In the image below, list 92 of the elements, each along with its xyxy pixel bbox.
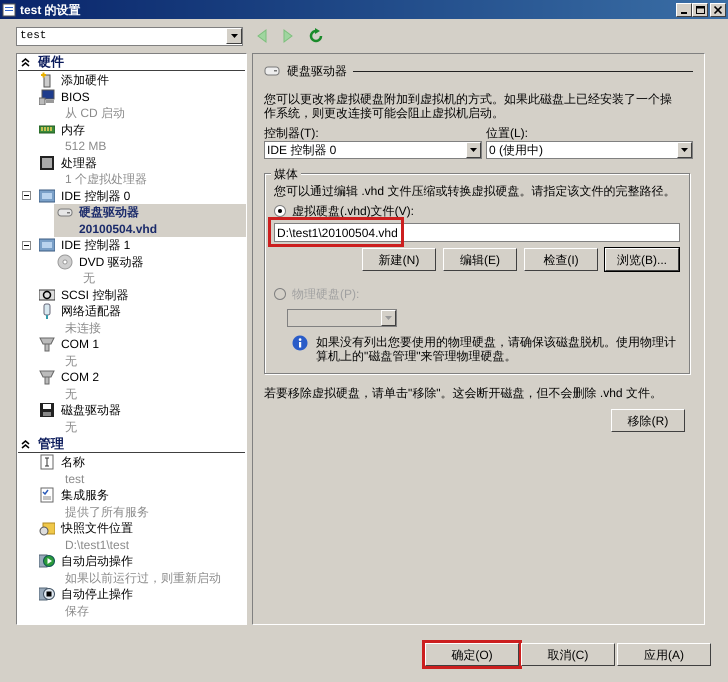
media-button[interactable]: 检查(I) <box>524 248 598 271</box>
radio-button[interactable] <box>274 205 286 217</box>
folder-icon <box>39 520 55 536</box>
dropdown-arrow-icon <box>230 34 238 38</box>
panel-title: 硬盘驱动器 <box>287 63 347 80</box>
disc-icon <box>57 254 73 270</box>
controller-card-icon <box>39 237 55 253</box>
checklist-icon <box>39 487 55 503</box>
controller-card-icon <box>39 188 55 204</box>
collapse-chevron-icon <box>20 58 30 66</box>
maximize-button[interactable] <box>692 2 708 16</box>
start-play-icon <box>39 553 55 569</box>
processor-chip-icon <box>39 154 55 170</box>
media-button[interactable]: 浏览(B)... <box>605 248 679 271</box>
item-detail: 无 <box>64 418 78 435</box>
sidebar-item[interactable]: 自动启动操作 <box>61 553 221 570</box>
section-header: 硬件 <box>38 54 64 72</box>
settings-window-icon <box>2 2 16 16</box>
dropdown-arrow-icon <box>470 148 477 152</box>
item-detail: 保存 <box>64 602 90 619</box>
scsi-port-icon <box>39 286 55 302</box>
dropdown-arrow-icon <box>681 148 688 152</box>
maximize-icon <box>696 6 704 14</box>
media-button[interactable]: 编辑(E) <box>443 248 517 271</box>
monitor-icon <box>39 88 55 104</box>
minus-icon <box>24 242 29 248</box>
minimize-button[interactable] <box>676 2 692 16</box>
sidebar-item[interactable]: 名称 <box>61 454 85 470</box>
serial-port-icon <box>39 369 55 385</box>
text-document-icon <box>39 454 55 470</box>
field-label: 位置(L): <box>486 125 529 141</box>
sidebar-item[interactable]: 自动停止操作 <box>61 586 133 602</box>
forward-arrow-icon <box>282 29 294 43</box>
sidebar-item[interactable]: 快照文件位置 <box>61 520 133 536</box>
sidebar-item[interactable]: DVD 驱动器 <box>79 254 144 270</box>
close-icon <box>714 6 722 14</box>
expand-toggle[interactable] <box>22 191 31 200</box>
group-title: 媒体 <box>271 165 301 183</box>
dialog-button[interactable]: 应用(A) <box>617 643 711 666</box>
refresh-button[interactable] <box>307 27 325 45</box>
sidebar-item[interactable]: 内存 <box>61 122 106 138</box>
expand-toggle[interactable] <box>22 240 31 250</box>
item-detail: 512 MB <box>64 138 106 154</box>
sidebar-item[interactable]: IDE 控制器 1 <box>61 237 130 254</box>
back-arrow-icon <box>256 29 268 43</box>
minimize-icon <box>681 12 687 14</box>
sidebar-item[interactable]: BIOS <box>61 88 125 105</box>
info-text: 如果没有列出您要使用的物理硬盘，请确保该磁盘脱机。使用物理计算机上的"磁盘管理"来管理物理硬盘。 <box>316 335 677 363</box>
remove-button[interactable]: 移除(R) <box>611 409 685 432</box>
location-dropdown[interactable]: 0 (使用中) <box>486 141 693 159</box>
description-text: 您可以更改将虚拟硬盘附加到虚拟机的方式。如果此磁盘上已经安装了一个操作系统，则更改连接可能会阻止虚拟机启动。 <box>264 92 673 120</box>
sidebar-item[interactable]: COM 2 <box>61 369 100 386</box>
radio-label[interactable]: 虚拟硬盘(.vhd)文件(V): <box>292 202 414 220</box>
sidebar-item[interactable]: IDE 控制器 0 <box>61 188 130 204</box>
dropdown-arrow-icon <box>385 316 392 320</box>
sidebar-item[interactable]: 处理器 <box>61 154 148 171</box>
info-icon <box>292 335 308 351</box>
controller-dropdown[interactable]: IDE 控制器 0 <box>264 141 482 159</box>
item-detail: 1 个虚拟处理器 <box>64 171 148 188</box>
minus-icon <box>24 193 29 198</box>
sidebar-item[interactable]: SCSI 控制器 <box>61 286 128 303</box>
media-description: 您可以通过编辑 .vhd 文件压缩或转换虚拟硬盘。请指定该文件的完整路径。 <box>274 184 676 198</box>
item-detail: 未连接 <box>64 320 102 336</box>
refresh-icon <box>308 28 324 44</box>
sidebar-item[interactable]: 集成服务 <box>61 487 149 504</box>
item-detail: 无 <box>64 386 78 402</box>
remove-note: 若要移除虚拟硬盘，请单击"移除"。这会断开磁盘，但不会删除 .vhd 文件。 <box>264 385 663 402</box>
close-button[interactable] <box>710 2 726 16</box>
sidebar-item[interactable]: 添加硬件 <box>61 72 109 88</box>
item-detail: test <box>64 470 85 487</box>
sidebar-item[interactable]: 硬盘驱动器 <box>79 204 158 220</box>
section-header: 管理 <box>38 435 64 454</box>
file-path-field[interactable]: D:\test1\20100504.vhd <box>274 223 680 242</box>
vm-selector[interactable]: test <box>16 26 243 46</box>
item-detail: 20100504.vhd <box>79 220 158 237</box>
item-detail: 无 <box>82 270 96 286</box>
media-button[interactable]: 新建(N) <box>362 248 436 271</box>
sidebar-item[interactable]: COM 1 <box>61 336 100 352</box>
sidebar-item[interactable]: 网络适配器 <box>61 303 121 320</box>
item-detail: 从 CD 启动 <box>64 105 125 122</box>
sidebar-item[interactable]: 磁盘驱动器 <box>61 402 121 418</box>
item-detail: 提供了所有服务 <box>64 504 149 520</box>
dialog-button[interactable]: 取消(C) <box>521 643 615 666</box>
item-detail: D:\test1\test <box>64 536 130 553</box>
serial-port-icon <box>39 336 55 352</box>
item-detail: 如果以前运行过，则重新启动 <box>64 570 221 586</box>
item-detail: 无 <box>64 352 78 369</box>
window-title: test 的设置 <box>20 2 81 18</box>
field-label: 控制器(T): <box>264 125 320 141</box>
stop-icon <box>39 586 55 602</box>
collapse-chevron-icon <box>20 440 30 448</box>
dialog-button[interactable]: 确定(O) <box>425 643 519 666</box>
